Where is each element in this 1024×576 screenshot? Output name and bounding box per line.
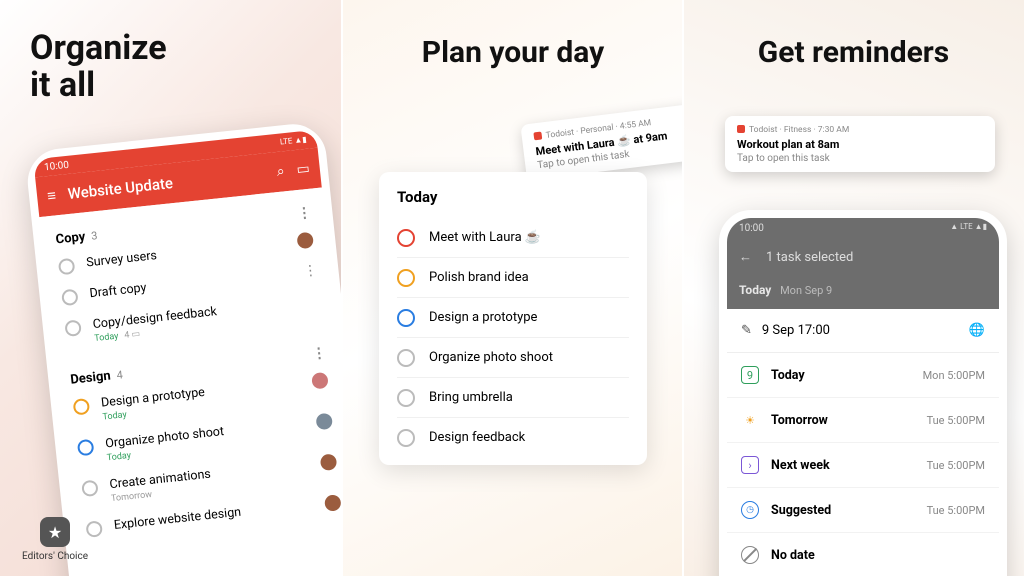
today-card: Today Meet with Laura ☕ Polish brand ide… (379, 172, 647, 465)
sun-icon: ☀ (741, 411, 759, 429)
back-icon[interactable]: ← (739, 249, 752, 265)
selection-bar: ← 1 task selected (727, 239, 999, 275)
checkbox-icon[interactable] (77, 439, 95, 457)
calendar-today-icon: 9 (741, 366, 759, 384)
checkbox-icon[interactable] (61, 289, 79, 307)
schedule-option-next-week[interactable]: › Next week Tue 5:00PM (727, 443, 999, 488)
selection-title: 1 task selected (766, 250, 853, 265)
checkbox-icon[interactable] (397, 429, 415, 447)
task-row[interactable]: Design feedback (397, 418, 629, 457)
notification-card[interactable]: Todoist · Personal · 4:55 AM Meet with L… (520, 99, 683, 180)
dimmed-backdrop: 10:00 ▲ LTE ▲▮ ← 1 task selected Today M… (727, 218, 999, 309)
section-title: Design (70, 368, 112, 387)
statusbar-indicators: LTE ▲▮ (279, 134, 307, 146)
option-time: Tue 5:00PM (927, 414, 985, 427)
date-header-label: Today (739, 283, 771, 297)
task-list: Copy 3 ⋮ Survey users Draft copy ⋮ Copy/… (39, 187, 343, 552)
no-date-icon (741, 546, 759, 564)
avatar (315, 413, 333, 431)
task-row[interactable]: Meet with Laura ☕ (397, 218, 629, 258)
today-title: Today (397, 188, 629, 206)
notification-source: Todoist · Fitness · 7:30 AM (737, 124, 983, 135)
panel3-phone: 10:00 ▲ LTE ▲▮ ← 1 task selected Today M… (719, 210, 1007, 576)
task-label: Organize photo shoot (429, 350, 553, 365)
editors-choice-badge: ★ Editors' Choice (22, 517, 88, 562)
statusbar: 10:00 ▲ LTE ▲▮ (727, 218, 999, 239)
section-title: Copy (55, 229, 86, 247)
checkbox-icon[interactable] (397, 229, 415, 247)
datetime-value: 9 Sep 17:00 (762, 323, 830, 338)
chat-icon[interactable]: ▭ (296, 161, 311, 178)
options-icon[interactable]: ⋮ (303, 262, 318, 279)
options-icon[interactable]: ⋮ (297, 205, 312, 222)
section-count: 4 (116, 368, 124, 382)
datetime-input-row[interactable]: ✎ 9 Sep 17:00 🌐 (727, 309, 999, 353)
checkbox-icon[interactable] (397, 309, 415, 327)
calendar-next-icon: › (741, 456, 759, 474)
star-icon: ★ (40, 517, 70, 547)
notification-card[interactable]: Todoist · Fitness · 7:30 AM Workout plan… (725, 116, 995, 172)
pencil-icon: ✎ (741, 323, 752, 338)
task-row[interactable]: Design a prototype (397, 298, 629, 338)
option-time: Tue 5:00PM (927, 504, 985, 517)
option-time: Tue 5:00PM (927, 459, 985, 472)
panel2-headline: Plan your day (343, 36, 683, 69)
editors-choice-label: Editors' Choice (22, 551, 88, 562)
notification-subtitle: Tap to open this task (737, 153, 983, 164)
panel1-phone: 10:00 LTE ▲▮ ≡ Website Update ⌕ ▭ Copy 3… (24, 121, 343, 576)
task-meta-comments: 4 ▭ (124, 329, 141, 341)
avatar (320, 453, 338, 471)
task-meta-date: Today (94, 332, 119, 344)
panel3-headline: Get reminders (683, 36, 1024, 69)
task-label: Bring umbrella (429, 390, 513, 405)
option-label: Today (771, 368, 805, 383)
schedule-option-suggested[interactable]: ◷ Suggested Tue 5:00PM (727, 488, 999, 533)
schedule-option-tomorrow[interactable]: ☀ Tomorrow Tue 5:00PM (727, 398, 999, 443)
statusbar-indicators: ▲ LTE ▲▮ (950, 222, 987, 233)
task-row[interactable]: Organize photo shoot (397, 338, 629, 378)
checkbox-icon[interactable] (397, 349, 415, 367)
schedule-option-today[interactable]: 9 Today Mon 5:00PM (727, 353, 999, 398)
checkbox-icon[interactable] (397, 389, 415, 407)
panel1-headline: Organize it all (30, 30, 343, 105)
option-time: Mon 5:00PM (923, 369, 985, 382)
task-row[interactable]: Bring umbrella (397, 378, 629, 418)
checkbox-icon[interactable] (58, 258, 76, 276)
task-label: Meet with Laura ☕ (429, 230, 541, 245)
section-count: 3 (91, 229, 99, 243)
checkbox-icon[interactable] (85, 520, 103, 538)
statusbar-time: 10:00 (44, 159, 70, 173)
schedule-sheet: ✎ 9 Sep 17:00 🌐 9 Today Mon 5:00PM ☀ Tom… (727, 309, 999, 576)
checkbox-icon[interactable] (81, 480, 99, 498)
notification-title: Workout plan at 8am (737, 138, 983, 151)
search-icon[interactable]: ⌕ (276, 163, 285, 180)
option-label: Suggested (771, 503, 831, 518)
avatar (296, 232, 314, 250)
checkbox-icon[interactable] (64, 319, 82, 337)
app-icon (533, 132, 542, 141)
option-label: Next week (771, 458, 830, 473)
avatar (324, 494, 342, 512)
task-label: Polish brand idea (429, 270, 529, 285)
date-header: Today Mon Sep 9 (727, 275, 999, 309)
avatar (311, 372, 329, 390)
globe-icon[interactable]: 🌐 (969, 323, 985, 338)
option-label: Tomorrow (771, 413, 828, 428)
option-label: No date (771, 548, 815, 563)
options-icon[interactable]: ⋮ (311, 345, 326, 362)
task-label: Design a prototype (429, 310, 537, 325)
checkbox-icon[interactable] (73, 398, 91, 416)
task-row[interactable]: Polish brand idea (397, 258, 629, 298)
clock-icon: ◷ (741, 501, 759, 519)
menu-icon[interactable]: ≡ (46, 186, 57, 205)
task-label: Design feedback (429, 430, 525, 445)
schedule-option-no-date[interactable]: No date (727, 533, 999, 576)
date-header-value: Mon Sep 9 (780, 284, 832, 297)
task-meta-date: Tomorrow (111, 490, 153, 504)
checkbox-icon[interactable] (397, 269, 415, 287)
app-icon (737, 125, 745, 133)
statusbar-time: 10:00 (739, 223, 764, 234)
